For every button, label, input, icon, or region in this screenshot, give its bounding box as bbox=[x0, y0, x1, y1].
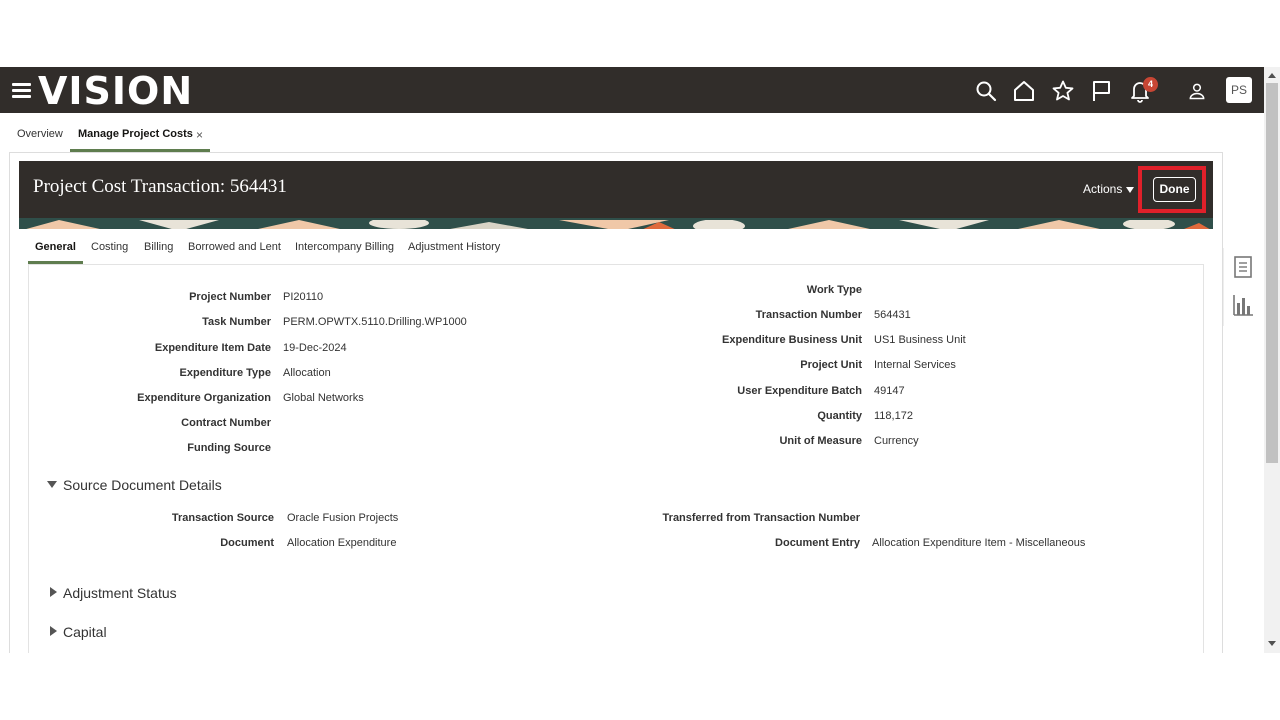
subtab-borrowed-and-lent[interactable]: Borrowed and Lent bbox=[188, 241, 281, 253]
close-tab-icon[interactable]: × bbox=[196, 128, 203, 142]
transaction-number-label: Transaction Number bbox=[755, 309, 862, 321]
expenditure-type-value: Allocation bbox=[283, 367, 331, 379]
home-icon[interactable] bbox=[1012, 79, 1036, 103]
decorative-banner bbox=[19, 218, 1213, 229]
chevron-down-icon bbox=[1126, 186, 1135, 193]
search-icon[interactable] bbox=[974, 79, 998, 103]
app-logo[interactable]: VISION bbox=[38, 70, 193, 112]
subtab-general[interactable]: General bbox=[35, 241, 76, 253]
contract-number-label: Contract Number bbox=[181, 417, 271, 429]
subtab-billing[interactable]: Billing bbox=[144, 241, 173, 253]
user-icon[interactable] bbox=[1187, 81, 1207, 101]
unit-of-measure-value: Currency bbox=[874, 435, 919, 447]
user-expenditure-batch-value: 49147 bbox=[874, 385, 905, 397]
page-scrollbar[interactable] bbox=[1264, 67, 1280, 653]
transaction-source-label: Transaction Source bbox=[171, 512, 274, 524]
analytics-chart-icon[interactable] bbox=[1232, 293, 1254, 317]
unit-of-measure-label: Unit of Measure bbox=[779, 435, 862, 447]
quantity-value: 118,172 bbox=[874, 410, 913, 422]
subtab-intercompany-billing[interactable]: Intercompany Billing bbox=[295, 241, 394, 253]
expenditure-business-unit-value: US1 Business Unit bbox=[874, 334, 966, 346]
transaction-number-value: 564431 bbox=[874, 309, 911, 321]
hamburger-menu-icon[interactable] bbox=[12, 83, 31, 98]
subtab-costing[interactable]: Costing bbox=[91, 241, 128, 253]
quantity-label: Quantity bbox=[817, 410, 862, 422]
task-number-label: Task Number bbox=[202, 316, 271, 328]
tab-overview[interactable]: Overview bbox=[17, 128, 63, 140]
document-label: Document bbox=[220, 537, 274, 549]
actions-menu-button[interactable]: Actions bbox=[1083, 182, 1135, 196]
expenditure-type-label: Expenditure Type bbox=[179, 367, 271, 379]
adjustment-status-header[interactable]: Adjustment Status bbox=[63, 585, 177, 601]
subtab-adjustment-history[interactable]: Adjustment History bbox=[408, 241, 500, 253]
scrollbar-thumb[interactable] bbox=[1266, 83, 1278, 463]
expenditure-item-date-label: Expenditure Item Date bbox=[154, 342, 271, 354]
source-document-details-header[interactable]: Source Document Details bbox=[63, 477, 222, 493]
expenditure-business-unit-label: Expenditure Business Unit bbox=[722, 334, 862, 346]
document-value: Allocation Expenditure bbox=[287, 537, 397, 549]
done-button[interactable]: Done bbox=[1153, 177, 1196, 202]
funding-source-label: Funding Source bbox=[187, 442, 271, 454]
scroll-up-arrow-icon[interactable] bbox=[1268, 73, 1276, 78]
page-title: Project Cost Transaction: 564431 bbox=[33, 176, 287, 197]
document-entry-value: Allocation Expenditure Item - Miscellane… bbox=[872, 537, 1086, 549]
expand-triangle-icon[interactable] bbox=[50, 626, 57, 636]
expenditure-organization-label: Expenditure Organization bbox=[137, 392, 271, 404]
project-unit-value: Internal Services bbox=[874, 359, 956, 371]
tab-manage-project-costs[interactable]: Manage Project Costs bbox=[78, 128, 193, 140]
transferred-from-transaction-number-label: Transferred from Transaction Number bbox=[662, 512, 860, 524]
expenditure-item-date-value: 19-Dec-2024 bbox=[283, 342, 347, 354]
project-number-label: Project Number bbox=[189, 291, 271, 303]
notification-count-badge: 4 bbox=[1143, 77, 1158, 92]
collapse-triangle-icon[interactable] bbox=[47, 481, 57, 488]
expenditure-organization-value: Global Networks bbox=[283, 392, 364, 404]
capital-header[interactable]: Capital bbox=[63, 624, 107, 640]
favorites-star-icon[interactable] bbox=[1051, 79, 1075, 103]
actions-label: Actions bbox=[1083, 182, 1123, 196]
user-avatar[interactable]: PS bbox=[1226, 77, 1252, 103]
project-number-value: PI20110 bbox=[283, 291, 324, 303]
expand-triangle-icon[interactable] bbox=[50, 587, 57, 597]
work-type-label: Work Type bbox=[806, 284, 862, 296]
project-unit-label: Project Unit bbox=[800, 359, 862, 371]
task-number-value: PERM.OPWTX.5110.Drilling.WP1000 bbox=[283, 316, 467, 328]
scroll-down-arrow-icon[interactable] bbox=[1268, 641, 1276, 646]
flag-icon[interactable] bbox=[1090, 79, 1114, 103]
user-expenditure-batch-label: User Expenditure Batch bbox=[737, 385, 862, 397]
transaction-source-value: Oracle Fusion Projects bbox=[287, 512, 399, 524]
document-entry-label: Document Entry bbox=[775, 537, 860, 549]
document-list-icon[interactable] bbox=[1232, 255, 1254, 279]
